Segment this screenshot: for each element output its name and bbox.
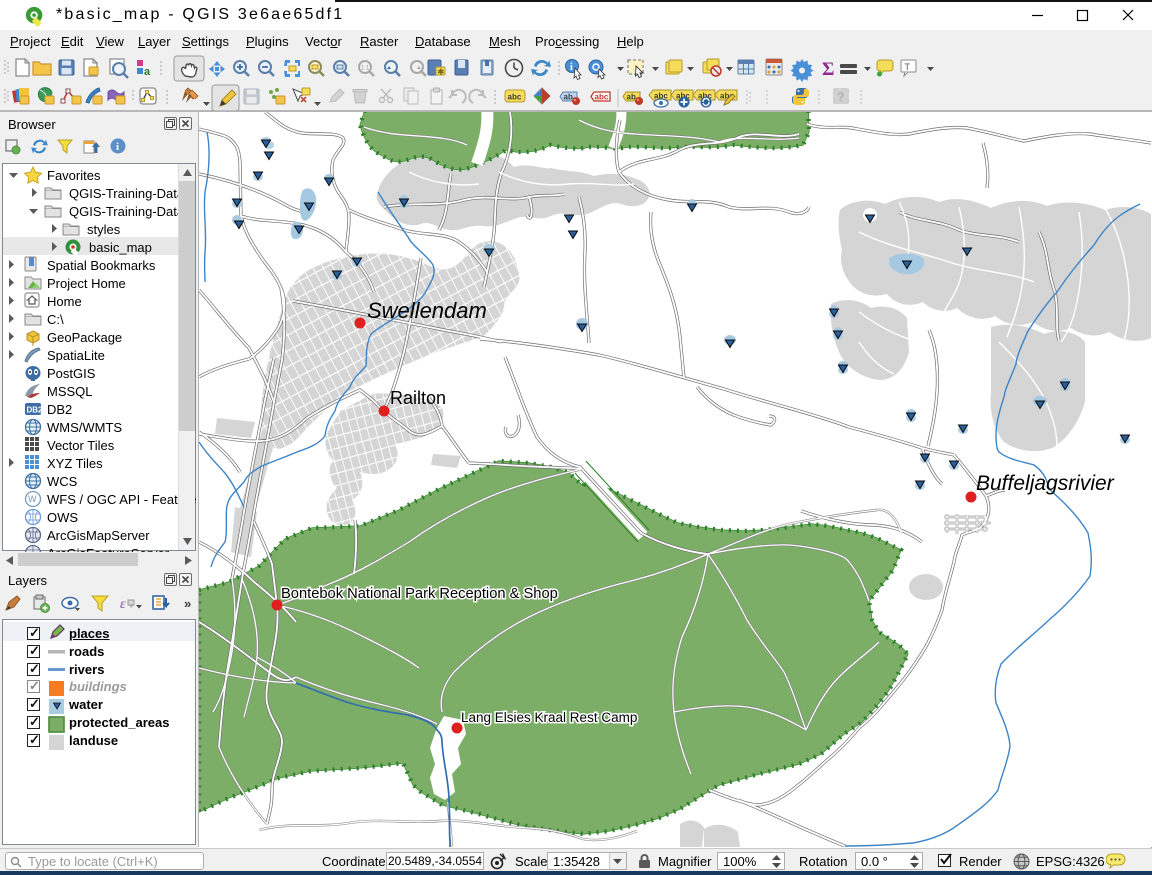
svg-text:DB2: DB2 <box>27 406 44 415</box>
svg-text:i: i <box>570 62 573 73</box>
svg-text:»: » <box>184 596 191 611</box>
svg-text:abc: abc <box>595 93 609 102</box>
svg-text:ab: ab <box>564 93 573 102</box>
svg-text:Swellendam: Swellendam <box>367 298 487 323</box>
svg-text:a: a <box>144 66 151 78</box>
svg-text:Σ: Σ <box>822 59 834 80</box>
svg-text:✱: ✱ <box>438 68 445 77</box>
svg-text:T: T <box>905 62 911 72</box>
svg-text:Bontebok National Park Recepti: Bontebok National Park Reception & Shop <box>281 586 558 602</box>
svg-text:ab: ab <box>627 93 636 102</box>
svg-text:?: ? <box>837 90 844 104</box>
svg-text:Buffeljagsrivier: Buffeljagsrivier <box>976 472 1115 495</box>
svg-text:i: i <box>116 141 119 153</box>
svg-text:Railton: Railton <box>390 388 446 408</box>
svg-text:1:1: 1:1 <box>361 66 370 72</box>
svg-text:W: W <box>28 494 37 504</box>
svg-text:Lang Elsies Kraal Rest Camp: Lang Elsies Kraal Rest Camp <box>461 710 637 725</box>
svg-text:ε: ε <box>120 597 126 612</box>
svg-text:abc: abc <box>508 93 522 102</box>
